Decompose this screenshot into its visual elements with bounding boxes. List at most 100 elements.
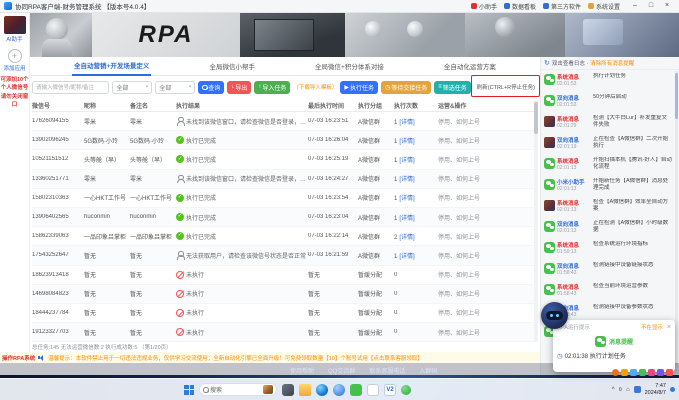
file-explorer-icon[interactable]: [299, 384, 311, 396]
cell-actions[interactable]: 停用、如何上号: [438, 251, 534, 260]
cell-actions[interactable]: 停用、如何上号: [438, 328, 534, 337]
rpa-app-taskbar-icon[interactable]: V2: [384, 384, 396, 396]
maximize-button[interactable]: □: [643, 0, 659, 12]
detail-link[interactable]: [详情]: [399, 120, 414, 126]
clear-log-link[interactable]: 清除所有消息提醒: [590, 59, 634, 67]
detail-link[interactable]: [详情]: [399, 235, 414, 241]
cell-actions[interactable]: 停用、如何上号: [438, 270, 534, 279]
table-row[interactable]: 18444237784暂无暂无未执行暂无暂缓分配0停用、如何上号: [32, 304, 534, 323]
tray-icon[interactable]: ¤: [619, 387, 622, 393]
toast-dismiss-link[interactable]: 不在显示: [641, 323, 663, 331]
table-row[interactable]: 17626094155零米零米未找到该微信窗口，请检查微信是否登录，并重启微信0…: [32, 112, 534, 131]
titlebar-menu-item[interactable]: 小助手: [471, 2, 497, 11]
detail-link[interactable]: [详情]: [399, 216, 414, 222]
wechat-app-icon[interactable]: [350, 384, 362, 396]
filter-select-2[interactable]: 全部▾: [155, 81, 195, 94]
table-row[interactable]: 10521151512头等舱（早）头等舱（早）✓执行已完成07-03 16:25…: [32, 150, 534, 169]
cell-actions[interactable]: 停用、如何上号: [438, 117, 534, 126]
minimize-button[interactable]: –: [627, 0, 643, 12]
footer-link[interactable]: QQ交流群: [328, 366, 355, 375]
detail-link[interactable]: [详情]: [399, 196, 414, 202]
log-entry[interactable]: 系统消息02:01:13开始扫描本机【腾讯-好人】自动化流程: [541, 155, 674, 176]
export-button[interactable]: ↓ 导出: [227, 81, 251, 94]
log-entry[interactable]: 双向消息02:01:19正在检查【A微信群】二次开始执行: [541, 134, 674, 155]
log-entry[interactable]: 系统消息01:58:43检查当前环境运营参数: [541, 281, 674, 302]
quick-launch-icon[interactable]: [630, 369, 637, 376]
table-row[interactable]: 13360251771零米零米未找到该微信窗口，请检查微信是否登录，并重启微信0…: [32, 170, 534, 189]
tab-3[interactable]: 全局微信+积分体系对接: [313, 57, 386, 75]
tab-1[interactable]: 全自动营销+开发场景定义: [72, 56, 151, 76]
quick-launch-icon[interactable]: [666, 369, 673, 376]
log-entry[interactable]: 小米小助手02:01:13开始新任务【A微信群】消息处理完成: [541, 176, 674, 197]
cell-actions[interactable]: 停用、如何上号: [438, 232, 534, 241]
quick-launch-icon[interactable]: [657, 369, 664, 376]
log-scrollbar[interactable]: [675, 71, 678, 374]
titlebar-menu-item[interactable]: 第三方软件: [543, 2, 581, 11]
toast-close-icon[interactable]: ×: [667, 324, 671, 331]
quick-launch-icon[interactable]: [612, 369, 619, 376]
log-entry[interactable]: 系统消息02:01:13检查【A微信群】效率全自动方案: [541, 197, 674, 218]
import-template-note[interactable]: （下载导入模板）: [293, 83, 337, 91]
green-app-icon[interactable]: [401, 385, 411, 395]
tab-2[interactable]: 全局微信小帮手: [207, 57, 257, 75]
filter-task-button[interactable]: ≡ 筛选任务: [434, 81, 471, 94]
footer-link[interactable]: 入群码: [419, 366, 437, 375]
table-row[interactable]: 14698084823暂无暂无未执行暂无暂缓分配0停用、如何上号: [32, 285, 534, 304]
app-circle-icon[interactable]: [333, 384, 345, 396]
cell-actions[interactable]: 停用、如何上号: [438, 289, 534, 298]
run-task-button[interactable]: ▶ 执行任务: [340, 81, 378, 94]
cell-actions[interactable]: 停用、如何上号: [438, 136, 534, 145]
tray-icon[interactable]: ⌂: [626, 387, 630, 393]
log-entry[interactable]: 系统消息02:01:53执行计划任务: [541, 71, 674, 92]
quick-launch-icon[interactable]: [621, 369, 628, 376]
log-entry[interactable]: 双向消息02:01:13正在检测【A微信群】小时级数据: [541, 218, 674, 239]
detail-link[interactable]: [详情]: [399, 139, 414, 145]
notification-badge[interactable]: [670, 387, 675, 392]
cell-actions[interactable]: 停用、如何上号: [438, 174, 534, 183]
query-button[interactable]: 查询: [198, 81, 224, 94]
log-entry[interactable]: 双向消息01:58:43检测链接中设备链接状态: [541, 260, 674, 281]
quick-launch-icon[interactable]: [639, 369, 646, 376]
close-button[interactable]: ×: [659, 0, 675, 12]
cell-actions[interactable]: 停用、如何上号: [438, 155, 534, 164]
taskbar-clock[interactable]: 7:47 2024/8/7: [645, 383, 666, 397]
table-row[interactable]: 18623913418暂无暂无未执行暂无暂缓分配0停用、如何上号: [32, 266, 534, 285]
quick-launch-icon[interactable]: [648, 369, 655, 376]
taskbar-search[interactable]: 搜索: [199, 383, 277, 396]
account-thumbnail[interactable]: [4, 16, 26, 34]
wait-task-button[interactable]: ◷ 等待交接任务: [381, 81, 431, 94]
filter-select-1[interactable]: 全部▾: [112, 81, 152, 94]
log-entry[interactable]: 系统消息01:59:13检查系统运行环境指标: [541, 239, 674, 260]
tray-icon[interactable]: ^: [612, 387, 615, 393]
cell-actions[interactable]: 停用、如何上号: [438, 213, 534, 222]
table-row[interactable]: 17543252647暂无暂无无法获取用户，请检查该微信号状态是否正常07-03…: [32, 246, 534, 265]
footer-link[interactable]: 联系客服电话: [369, 366, 405, 375]
table-row[interactable]: 19123327703暂无暂无未执行暂无暂缓分配0停用、如何上号: [32, 323, 534, 342]
titlebar-menu-item[interactable]: 系统设置: [588, 2, 620, 11]
table-row[interactable]: 13906402565huconminhuconmin✓执行已完成07-03 1…: [32, 208, 534, 227]
table-row[interactable]: 139020962455G数码·小玲5G数码·小玲✓执行已完成07-03 16:…: [32, 131, 534, 150]
log-entry[interactable]: 双向消息02:01:5350分钟后启动: [541, 92, 674, 113]
table-scrollbar[interactable]: [534, 100, 538, 342]
ai-assistant-robot[interactable]: [541, 302, 568, 329]
tray-app-icon[interactable]: [634, 386, 641, 393]
detail-link[interactable]: [详情]: [399, 177, 414, 183]
cell-actions[interactable]: 停用、如何上号: [438, 193, 534, 202]
start-button[interactable]: [184, 385, 194, 395]
notepad-icon[interactable]: [367, 384, 379, 396]
edge-browser-icon[interactable]: [316, 384, 328, 396]
titlebar-menu-item[interactable]: 数据看板: [504, 2, 536, 11]
import-button[interactable]: ↑ 导入任务: [254, 81, 290, 94]
footer-link[interactable]: 使用帮助: [290, 366, 314, 375]
table-row[interactable]: 15862339063一品印象吕掌柜一品印象吕掌柜✓执行已完成07-03 16:…: [32, 227, 534, 246]
task-view-icon[interactable]: [282, 384, 294, 396]
tab-4[interactable]: 全自动化运营方案: [442, 57, 498, 75]
cell-actions[interactable]: 停用、如何上号: [438, 308, 534, 317]
detail-link[interactable]: [详情]: [399, 254, 414, 260]
table-row[interactable]: 15802310363一心HKT工作号一心HKT工作号✓执行已完成07-03 1…: [32, 189, 534, 208]
log-entry[interactable]: 系统消息02:01:29检测【大牛白Lur】补发重复文件失败: [541, 113, 674, 134]
add-app-button[interactable]: +: [8, 49, 22, 63]
detail-link[interactable]: [详情]: [399, 158, 414, 164]
refresh-icon[interactable]: ↻: [544, 59, 550, 67]
search-input[interactable]: 请输入微信号/昵称/备注: [32, 81, 109, 94]
